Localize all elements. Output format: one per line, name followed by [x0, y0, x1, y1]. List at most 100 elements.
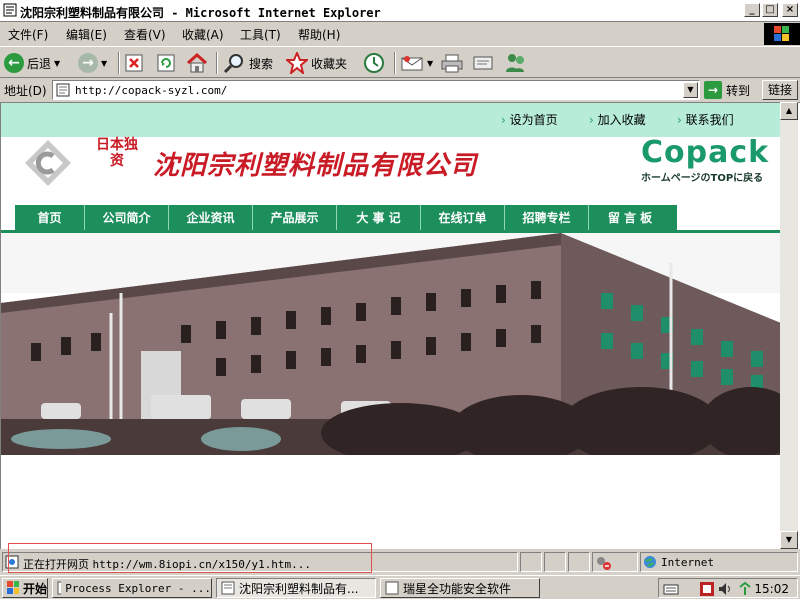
task-rising-antivirus[interactable]: 瑞星全功能安全软件 [380, 578, 540, 598]
refresh-button[interactable] [156, 51, 176, 75]
home-icon [187, 53, 207, 73]
go-arrow-icon: → [704, 81, 722, 99]
printer-icon [441, 54, 463, 73]
home-button[interactable] [186, 51, 208, 75]
title-bar[interactable]: 沈阳宗利塑料制品有限公司 - Microsoft Internet Explor… [0, 0, 800, 22]
system-tray: 15:02 [658, 578, 798, 598]
nav-decoration [671, 205, 677, 231]
edit-button[interactable] [472, 51, 496, 75]
nav-news[interactable]: 企业资讯 [169, 205, 253, 231]
taskbar: 开始 Process Explorer - ... 沈阳宗利塑料制品有... 瑞… [0, 575, 800, 599]
rising-tray-icon[interactable] [699, 581, 715, 597]
favorites-button[interactable]: 收藏夹 [286, 51, 347, 75]
menu-favorites[interactable]: 收藏(A) [182, 26, 224, 43]
mail-icon [401, 56, 423, 71]
menu-file[interactable]: 文件(F) [8, 26, 48, 43]
start-button[interactable]: 开始 [2, 578, 48, 598]
company-name: 沈阳宗利塑料制品有限公司 [153, 151, 478, 181]
favorites-label: 收藏夹 [311, 56, 348, 71]
address-dropdown-icon[interactable]: ▼ [683, 82, 698, 98]
history-button[interactable] [362, 51, 386, 75]
privacy-blocked-icon [597, 557, 611, 570]
add-favorite-link[interactable]: 加入收藏 [589, 111, 646, 128]
nav-jobs[interactable]: 招聘专栏 [505, 205, 589, 231]
top-link-band: 设为首页 加入收藏 联系我们 [1, 103, 781, 137]
scroll-down-icon[interactable]: ▼ [780, 531, 798, 549]
edit-page-icon [473, 56, 493, 70]
back-label: 后退 [27, 56, 52, 71]
task-label: Process Explorer - ... [65, 581, 211, 595]
task-label: 瑞星全功能安全软件 [403, 581, 512, 596]
status-pane [568, 552, 590, 572]
ie-page-icon [3, 3, 17, 17]
stop-icon [125, 54, 143, 72]
toolbar-separator [394, 52, 396, 74]
forward-arrow-icon: → [78, 53, 98, 73]
status-pane [544, 552, 566, 572]
japan-capital-label: 日本独资 [96, 137, 138, 169]
task-ie-window[interactable]: 沈阳宗利塑料制品有... [216, 578, 376, 598]
main-nav: 首页 公司简介 企业资讯 产品展示 大 事 记 在线订单 招聘专栏 留 言 板 [15, 205, 671, 231]
factory-building-photo [1, 233, 781, 455]
nav-products[interactable]: 产品展示 [253, 205, 337, 231]
set-homepage-link[interactable]: 设为首页 [501, 111, 558, 128]
web-content: 设为首页 加入收藏 联系我们 日本独资 沈阳宗利塑料制品有限公司 Copack … [0, 102, 800, 549]
stop-button[interactable] [124, 51, 144, 75]
page-icon [56, 83, 70, 97]
network-icon[interactable] [737, 581, 753, 597]
privacy-pane[interactable] [592, 552, 638, 572]
keyboard-icon[interactable] [663, 581, 679, 597]
volume-icon[interactable] [717, 581, 733, 597]
address-input[interactable]: http://copack-syzl.com/ ▼ [52, 80, 700, 100]
history-icon [364, 53, 384, 73]
nav-milestones[interactable]: 大 事 记 [337, 205, 421, 231]
menu-tools[interactable]: 工具(T) [240, 26, 281, 43]
nav-company-profile[interactable]: 公司简介 [85, 205, 169, 231]
zone-pane: Internet [640, 552, 798, 572]
search-button[interactable]: 搜索 [222, 51, 273, 75]
nav-guestbook[interactable]: 留 言 板 [589, 205, 671, 231]
toolbar-separator [118, 52, 120, 74]
address-label: 地址(D) [4, 84, 47, 98]
ie-task-icon [221, 581, 235, 595]
back-arrow-icon: ← [4, 53, 24, 73]
toolbar-separator [216, 52, 218, 74]
links-button[interactable]: 链接 [762, 80, 798, 100]
vertical-scrollbar[interactable]: ▲ ▼ [780, 102, 798, 549]
status-pane [520, 552, 542, 572]
messenger-icon [506, 54, 524, 72]
scroll-up-icon[interactable]: ▲ [780, 102, 798, 120]
clock[interactable]: 15:02 [754, 582, 789, 596]
search-icon [223, 54, 243, 74]
star-icon [286, 52, 308, 74]
nav-home[interactable]: 首页 [15, 205, 85, 231]
mail-dropdown-icon: ▼ [427, 58, 434, 68]
back-to-top-link[interactable]: ホームページのTOPに戻る [641, 169, 763, 184]
menu-view[interactable]: 查看(V) [124, 26, 166, 43]
minimize-button[interactable]: _ [744, 3, 760, 17]
menu-help[interactable]: 帮助(H) [298, 26, 340, 43]
forward-button[interactable]: → ▼ [78, 51, 107, 75]
windows-logo-icon [764, 23, 800, 45]
task-process-explorer[interactable]: Process Explorer - ... [52, 578, 212, 598]
address-bar: 地址(D) http://copack-syzl.com/ ▼ → 转到 链接 [0, 79, 800, 101]
back-dropdown-icon: ▼ [54, 58, 61, 68]
mail-button[interactable]: ▼ [400, 51, 433, 75]
forward-dropdown-icon: ▼ [101, 58, 108, 68]
back-button[interactable]: ← 后退 ▼ [4, 51, 60, 75]
menu-bar: 文件(F) 编辑(E) 查看(V) 收藏(A) 工具(T) 帮助(H) [0, 23, 800, 45]
contact-us-link[interactable]: 联系我们 [677, 111, 734, 128]
menu-edit[interactable]: 编辑(E) [66, 26, 107, 43]
go-button[interactable]: → 转到 [704, 80, 750, 100]
start-windows-icon [7, 581, 19, 594]
nav-online-order[interactable]: 在线订单 [421, 205, 505, 231]
window-title: 沈阳宗利塑料制品有限公司 - Microsoft Internet Explor… [20, 6, 381, 20]
status-highlight-box [8, 543, 372, 573]
process-explorer-icon [57, 581, 62, 595]
print-button[interactable] [440, 51, 464, 75]
maximize-button[interactable]: □ [762, 3, 778, 17]
brand-logo[interactable]: Copack [641, 135, 769, 170]
messenger-button[interactable] [504, 51, 528, 75]
close-button[interactable]: × [782, 3, 798, 17]
start-label: 开始 [22, 581, 47, 596]
